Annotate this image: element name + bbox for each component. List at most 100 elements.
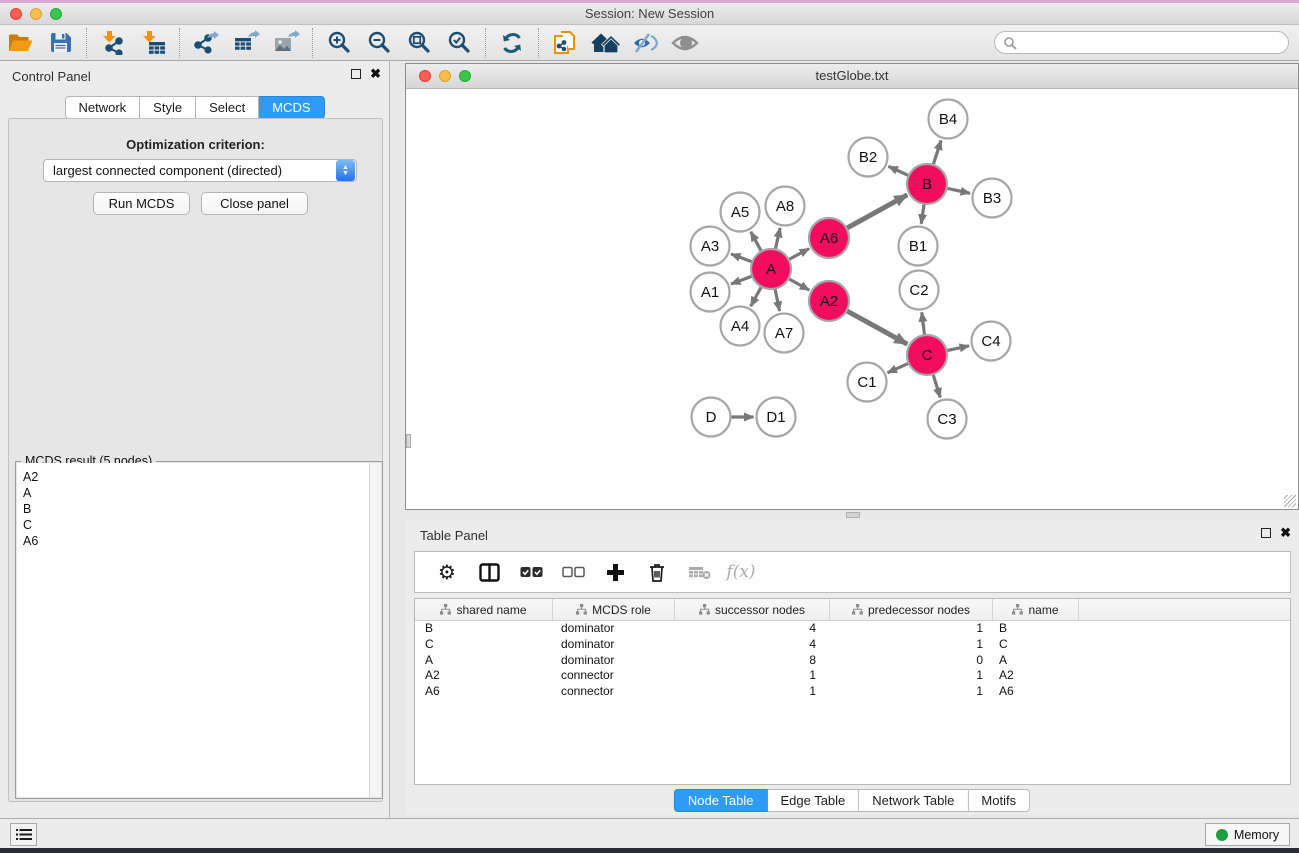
table-options-gear-icon[interactable]: ⚙	[433, 558, 461, 586]
tab-node-table[interactable]: Node Table	[674, 789, 768, 812]
column-header-successor-nodes[interactable]: successor nodes	[675, 599, 830, 620]
graph-node-C1[interactable]: C1	[848, 363, 887, 402]
open-file-icon[interactable]	[3, 28, 37, 58]
graph-edge-C-C2[interactable]	[922, 312, 925, 334]
tab-network[interactable]: Network	[64, 96, 140, 119]
float-panel-icon[interactable]	[351, 69, 361, 79]
select-all-icon[interactable]	[517, 558, 545, 586]
graph-node-B4[interactable]: B4	[929, 100, 968, 139]
graph-edge-A-A5[interactable]	[751, 232, 761, 251]
optimization-criterion-select[interactable]: largest connected component (directed) ▲…	[43, 159, 357, 182]
close-network-window-button[interactable]	[419, 70, 431, 82]
network-window-titlebar[interactable]: testGlobe.txt	[406, 64, 1298, 89]
canvas-splitter-handle[interactable]	[406, 434, 411, 448]
graph-edge-A-A7[interactable]	[775, 289, 779, 311]
zoom-selected-icon[interactable]	[442, 28, 476, 58]
tab-edge-table[interactable]: Edge Table	[767, 789, 859, 812]
graph-node-C3[interactable]: C3	[928, 400, 967, 439]
hide-graphics-details-icon[interactable]	[628, 28, 662, 58]
mcds-result-item[interactable]: A6	[23, 533, 369, 549]
graph-node-A7[interactable]: A7	[765, 314, 804, 353]
zoom-fit-icon[interactable]	[402, 28, 436, 58]
float-table-panel-icon[interactable]	[1261, 528, 1271, 538]
save-session-icon[interactable]	[43, 28, 77, 58]
column-header-shared-name[interactable]: shared name	[415, 599, 553, 620]
zoom-window-button[interactable]	[50, 8, 62, 20]
table-row[interactable]: Cdominator41C	[415, 637, 1290, 653]
network-graph[interactable]: AA1A2A3A4A5A6A7A8BB1B2B3B4CC1C2C3C4DD1	[406, 89, 1298, 509]
graph-edge-B-B1[interactable]	[921, 204, 924, 223]
graph-node-B1[interactable]: B1	[899, 227, 938, 266]
result-list-scrollbar[interactable]	[369, 463, 381, 797]
tab-style[interactable]: Style	[140, 96, 196, 119]
mcds-result-item[interactable]: C	[23, 517, 369, 533]
window-resize-grip[interactable]	[1284, 495, 1296, 507]
graph-edge-B-B3[interactable]	[947, 188, 970, 193]
graph-edge-B-B2[interactable]	[888, 166, 908, 175]
graph-node-B3[interactable]: B3	[973, 179, 1012, 218]
column-header-name[interactable]: name	[993, 599, 1079, 620]
graph-edge-C-C4[interactable]	[947, 346, 969, 351]
network-canvas[interactable]: AA1A2A3A4A5A6A7A8BB1B2B3B4CC1C2C3C4DD1	[406, 89, 1298, 509]
graph-node-A8[interactable]: A8	[766, 187, 805, 226]
memory-button[interactable]: Memory	[1205, 823, 1290, 846]
minimize-network-window-button[interactable]	[439, 70, 451, 82]
deselect-all-icon[interactable]	[559, 558, 587, 586]
graph-node-C2[interactable]: C2	[900, 271, 939, 310]
close-panel-icon[interactable]: ✖	[370, 68, 381, 80]
tab-mcds[interactable]: MCDS	[259, 96, 324, 119]
close-panel-button[interactable]: Close panel	[201, 192, 308, 215]
mcds-result-item[interactable]: B	[23, 501, 369, 517]
graph-node-A1[interactable]: A1	[691, 273, 730, 312]
table-row[interactable]: Bdominator41B	[415, 621, 1290, 637]
run-mcds-button[interactable]: Run MCDS	[93, 192, 190, 215]
task-history-button[interactable]	[10, 823, 37, 846]
close-table-panel-icon[interactable]: ✖	[1280, 527, 1291, 539]
home-networks-icon[interactable]	[588, 28, 622, 58]
table-row[interactable]: A6connector11A6	[415, 684, 1290, 700]
tab-network-table[interactable]: Network Table	[859, 789, 968, 812]
tab-motifs[interactable]: Motifs	[968, 789, 1030, 812]
graph-edge-A2-C[interactable]	[847, 311, 907, 344]
search-field[interactable]	[994, 31, 1289, 54]
tab-select[interactable]: Select	[196, 96, 259, 119]
zoom-network-window-button[interactable]	[459, 70, 471, 82]
import-table-icon[interactable]	[136, 28, 170, 58]
table-row[interactable]: A2connector11A2	[415, 668, 1290, 684]
graph-node-D1[interactable]: D1	[757, 398, 796, 437]
graph-node-A2[interactable]: A2	[809, 281, 849, 321]
graph-edge-A-A1[interactable]	[731, 276, 752, 284]
graph-edge-C-C3[interactable]	[933, 375, 940, 398]
show-columns-icon[interactable]	[475, 558, 503, 586]
graph-node-A[interactable]: A	[751, 249, 791, 289]
search-input[interactable]	[1017, 32, 1288, 53]
export-table-icon[interactable]	[229, 28, 263, 58]
mcds-result-list[interactable]: A2ABCA6	[17, 463, 369, 797]
zoom-out-icon[interactable]	[362, 28, 396, 58]
minimize-window-button[interactable]	[30, 8, 42, 20]
graph-edge-A-A3[interactable]	[731, 254, 752, 262]
graph-node-A5[interactable]: A5	[721, 193, 760, 232]
duplicate-network-icon[interactable]	[548, 28, 582, 58]
horizontal-splitter-handle[interactable]	[846, 512, 860, 518]
zoom-in-icon[interactable]	[322, 28, 356, 58]
import-network-icon[interactable]	[96, 28, 130, 58]
delete-column-icon[interactable]	[643, 558, 671, 586]
graph-node-B2[interactable]: B2	[849, 138, 888, 177]
table-row[interactable]: Adominator80A	[415, 653, 1290, 669]
graph-edge-A-A8[interactable]	[775, 228, 780, 249]
close-window-button[interactable]	[10, 8, 22, 20]
graph-node-C[interactable]: C	[907, 335, 947, 375]
mcds-result-item[interactable]: A2	[23, 469, 369, 485]
graph-node-C4[interactable]: C4	[972, 322, 1011, 361]
refresh-icon[interactable]	[495, 28, 529, 58]
column-header-predecessor-nodes[interactable]: predecessor nodes	[830, 599, 993, 620]
mcds-result-item[interactable]: A	[23, 485, 369, 501]
graph-node-A3[interactable]: A3	[691, 227, 730, 266]
graph-node-B[interactable]: B	[907, 164, 947, 204]
graph-edge-B-B4[interactable]	[933, 140, 941, 164]
export-network-icon[interactable]	[189, 28, 223, 58]
graph-edge-A-A2[interactable]	[789, 279, 809, 290]
export-image-icon[interactable]	[269, 28, 303, 58]
graph-node-D[interactable]: D	[692, 398, 731, 437]
